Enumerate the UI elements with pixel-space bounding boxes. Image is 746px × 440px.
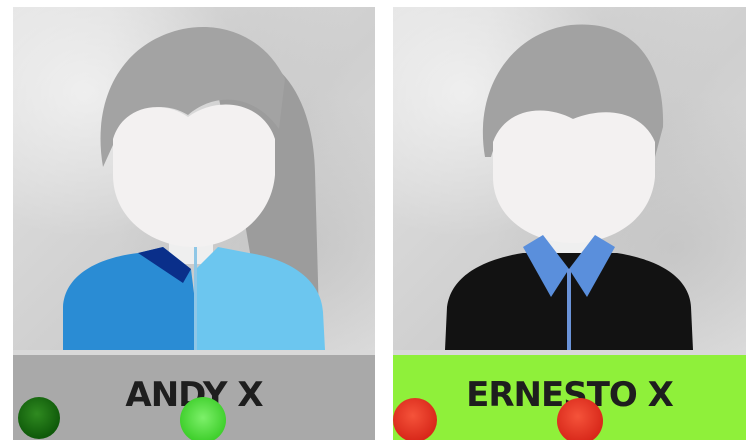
avatar xyxy=(13,7,375,350)
status-dot-icon xyxy=(393,398,437,440)
participant-card-andy[interactable]: ANDY X xyxy=(13,7,375,440)
participant-card-ernesto[interactable]: ERNESTO X xyxy=(393,7,746,440)
status-dot-icon xyxy=(18,397,60,439)
female-avatar-icon xyxy=(63,27,325,350)
status-dot-icon xyxy=(180,397,226,440)
avatar xyxy=(393,7,746,350)
male-avatar-icon xyxy=(445,24,693,350)
status-dot-icon xyxy=(557,398,603,440)
